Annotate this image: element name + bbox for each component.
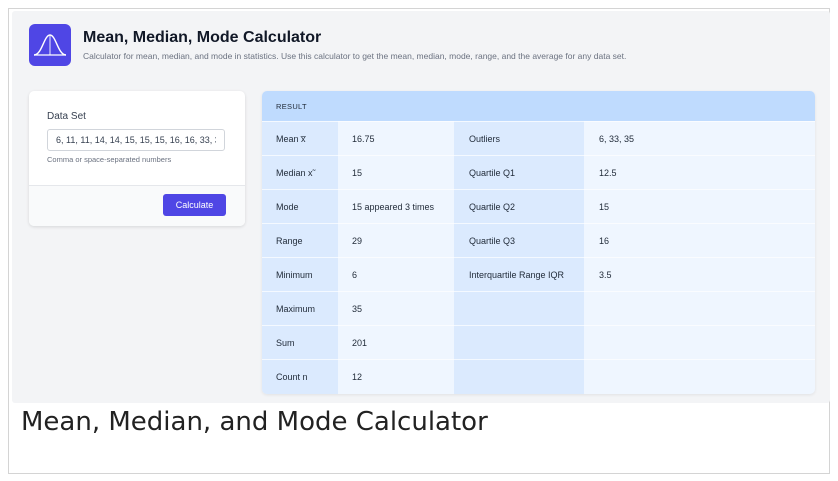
calculate-button[interactable]: Calculate [163, 194, 226, 216]
result-value: 15 [352, 168, 363, 178]
result-value: 201 [352, 338, 368, 348]
result-value: 16.75 [352, 134, 375, 144]
page-description: Calculator for mean, median, and mode in… [83, 51, 627, 61]
data-set-input[interactable] [47, 129, 225, 151]
result-label: Quartile Q1 [469, 168, 516, 178]
result-label: Maximum [276, 304, 316, 314]
result-value: 3.5 [599, 270, 612, 280]
result-label: Sum [276, 338, 295, 348]
card-footer: Calculate [29, 185, 245, 226]
result-value: 29 [352, 236, 363, 246]
result-label: Minimum [276, 270, 313, 280]
result-row: Mode 15 appeared 3 times Quartile Q2 15 [262, 189, 815, 223]
result-value: 15 appeared 3 times [352, 202, 435, 212]
result-value: 12 [352, 372, 363, 382]
result-card: RESULT Mean x̅ 16.75 Outliers 6, 33, 35 … [262, 91, 815, 394]
data-input-card: Data Set Comma or space-separated number… [29, 91, 245, 226]
result-row: Count n 12 [262, 359, 815, 393]
result-label: Count n [276, 372, 308, 382]
result-label: Range [276, 236, 303, 246]
result-header: RESULT [262, 91, 815, 121]
result-row: Maximum 35 [262, 291, 815, 325]
result-label: Outliers [469, 134, 501, 144]
app-header: Mean, Median, Mode Calculator Calculator… [29, 24, 820, 68]
result-value: 16 [599, 236, 610, 246]
result-value: 15 [599, 202, 610, 212]
calculator-panel: Mean, Median, Mode Calculator Calculator… [12, 11, 830, 403]
result-label: Mean x̅ [276, 134, 306, 144]
result-value: 6, 33, 35 [599, 134, 635, 144]
result-value: 12.5 [599, 168, 617, 178]
result-label: Interquartile Range IQR [469, 270, 565, 280]
bell-curve-icon [29, 24, 71, 66]
caption-title: Mean, Median, and Mode Calculator [21, 407, 488, 437]
result-row: Range 29 Quartile Q3 16 [262, 223, 815, 257]
page-title: Mean, Median, Mode Calculator [83, 29, 322, 46]
result-row: Minimum 6 Interquartile Range IQR 3.5 [262, 257, 815, 291]
result-value: 6 [352, 270, 358, 280]
result-label: Quartile Q3 [469, 236, 516, 246]
data-set-label: Data Set [47, 111, 86, 122]
result-row: Sum 201 [262, 325, 815, 359]
result-label: Median x˜ [276, 168, 316, 178]
result-label: Mode [276, 202, 299, 212]
result-row: Mean x̅ 16.75 Outliers 6, 33, 35 [262, 121, 815, 155]
result-heading: RESULT [276, 102, 307, 111]
result-row: Median x˜ 15 Quartile Q1 12.5 [262, 155, 815, 189]
data-set-hint: Comma or space-separated numbers [47, 155, 172, 164]
result-label: Quartile Q2 [469, 202, 516, 212]
result-value: 35 [352, 304, 363, 314]
